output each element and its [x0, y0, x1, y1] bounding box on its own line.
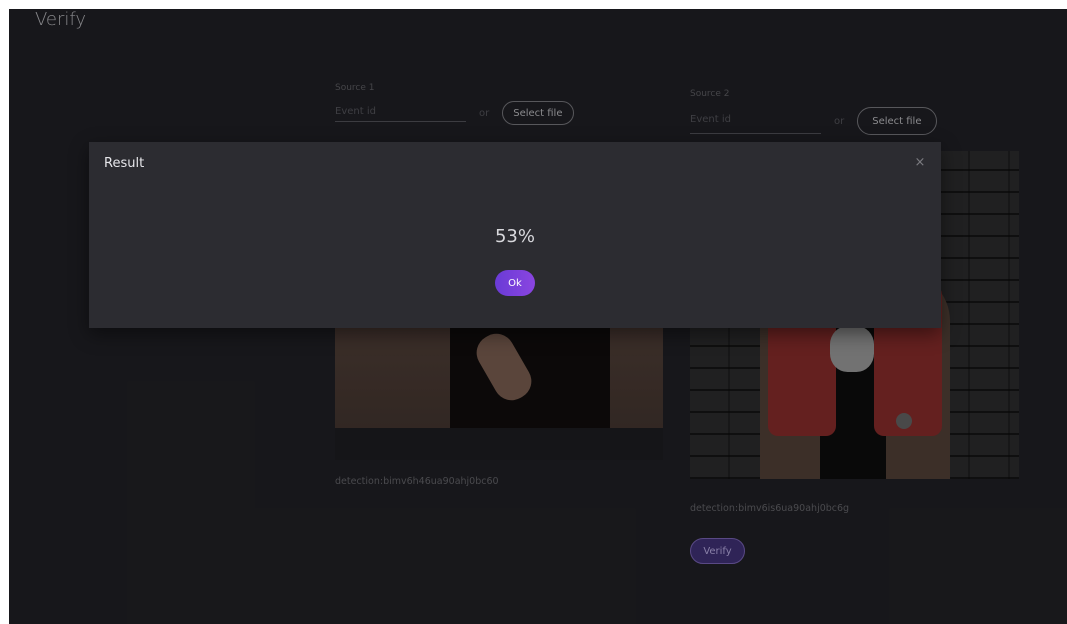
result-percentage: 53%: [494, 226, 535, 247]
app-screen: Verify Source 1 or Select file Source 2 …: [9, 9, 1067, 624]
result-dialog: Result × 53% Ok: [89, 142, 941, 328]
ok-button[interactable]: Ok: [495, 270, 535, 296]
close-icon[interactable]: ×: [911, 154, 929, 172]
dialog-title: Result: [104, 156, 145, 171]
